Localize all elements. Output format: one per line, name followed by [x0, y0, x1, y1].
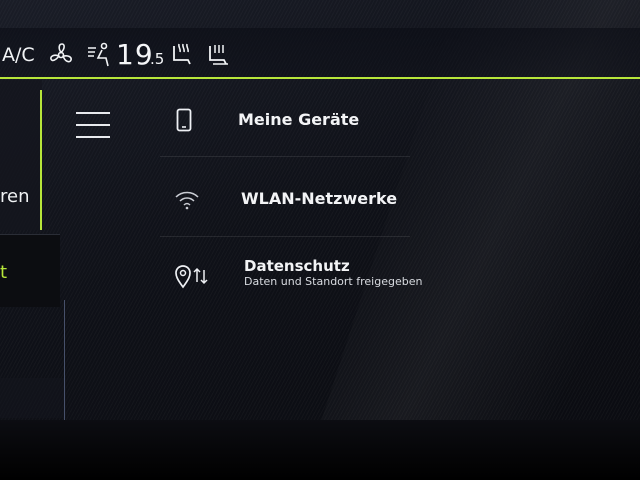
left-nav-accent: [40, 90, 42, 230]
left-nav-active-item[interactable]: [0, 234, 60, 307]
item-label: WLAN-Netzwerke: [241, 189, 398, 208]
fan-icon[interactable]: [48, 42, 74, 68]
air-distribution-icon[interactable]: [86, 42, 114, 68]
wifi-icon: [175, 191, 199, 210]
item-label: Meine Geräte: [238, 110, 360, 129]
location-data-icon: [175, 265, 208, 289]
temperature-value[interactable]: 19: [116, 38, 154, 71]
left-nav-item-label[interactable]: ren: [0, 186, 30, 207]
status-bar-accent-line: [0, 77, 640, 79]
left-nav-divider: [64, 300, 65, 420]
ac-label[interactable]: A/C: [2, 44, 35, 66]
smartphone-icon: [176, 108, 192, 132]
left-nav-lower-item[interactable]: [0, 378, 66, 418]
seat-heating-icon[interactable]: [170, 42, 194, 68]
list-divider: [160, 236, 410, 237]
hamburger-menu-icon[interactable]: [72, 108, 116, 142]
item-label: Datenschutz: [244, 257, 350, 275]
item-sublabel: Daten und Standort freigegeben: [244, 275, 423, 288]
seat-ventilation-icon[interactable]: [206, 42, 232, 68]
left-nav-panel: [0, 80, 42, 230]
list-divider: [160, 156, 410, 157]
left-nav-active-label: t: [0, 262, 8, 283]
temperature-decimal: .5: [150, 50, 165, 68]
screen-bezel: [0, 420, 640, 480]
